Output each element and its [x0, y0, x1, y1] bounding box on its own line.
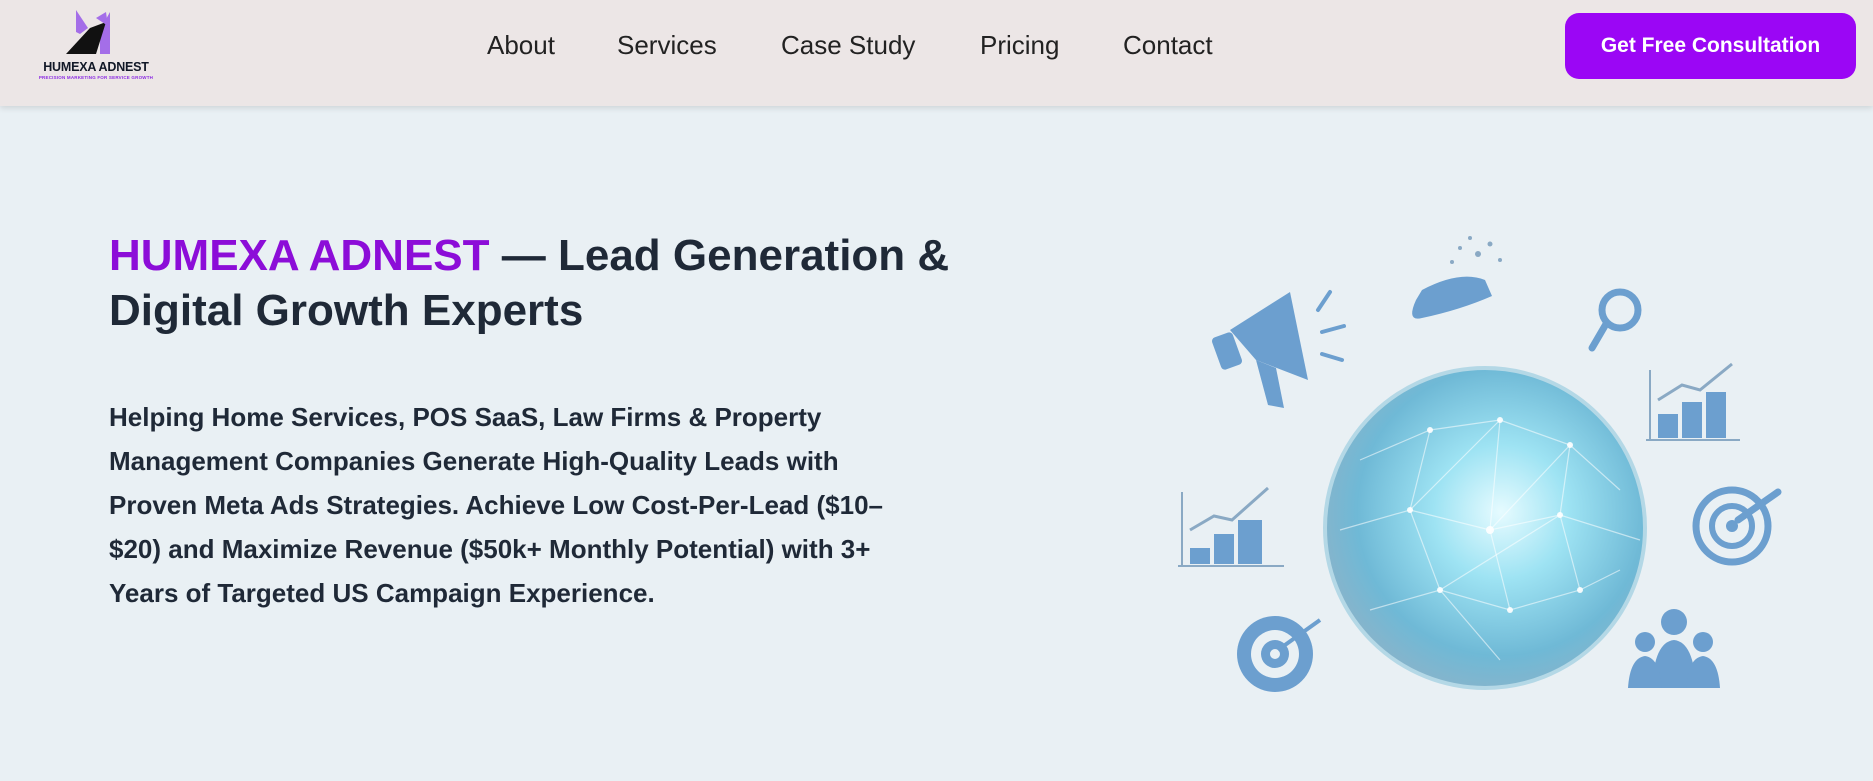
- logo-mark-icon: [66, 10, 110, 54]
- target-icon: [1692, 486, 1782, 566]
- hero-description: Helping Home Services, POS SaaS, Law Fir…: [109, 402, 883, 608]
- megaphone-icon: [1211, 290, 1346, 408]
- hero-title-brand: HUMEXA ADNEST: [109, 231, 490, 280]
- nav-contact[interactable]: Contact: [1123, 30, 1213, 61]
- hero-illustration: [1160, 230, 1800, 710]
- bar-chart-icon: [1178, 486, 1284, 567]
- nav-case-study[interactable]: Case Study: [781, 30, 915, 61]
- get-free-consultation-button[interactable]: Get Free Consultation: [1565, 13, 1856, 79]
- people-icon: [1628, 609, 1720, 688]
- nav-about[interactable]: About: [487, 30, 555, 61]
- logo[interactable]: HUMEXA ADNEST PRECISION MARKETING FOR SE…: [36, 10, 156, 82]
- dartboard-icon: [1237, 616, 1322, 692]
- rocket-icon: [1412, 236, 1502, 319]
- hero-title: HUMEXA ADNEST — Lead Generation & Digita…: [109, 228, 969, 338]
- nav-services[interactable]: Services: [617, 30, 717, 61]
- nav-pricing[interactable]: Pricing: [980, 30, 1059, 61]
- magnifier-icon: [1588, 288, 1642, 352]
- globe-network: [1323, 366, 1647, 690]
- logo-tagline: PRECISION MARKETING FOR SERVICE GROWTH: [38, 75, 154, 80]
- growth-chart-icon: [1646, 362, 1740, 441]
- site-header: HUMEXA ADNEST PRECISION MARKETING FOR SE…: [0, 0, 1873, 106]
- logo-name: HUMEXA ADNEST: [43, 60, 149, 74]
